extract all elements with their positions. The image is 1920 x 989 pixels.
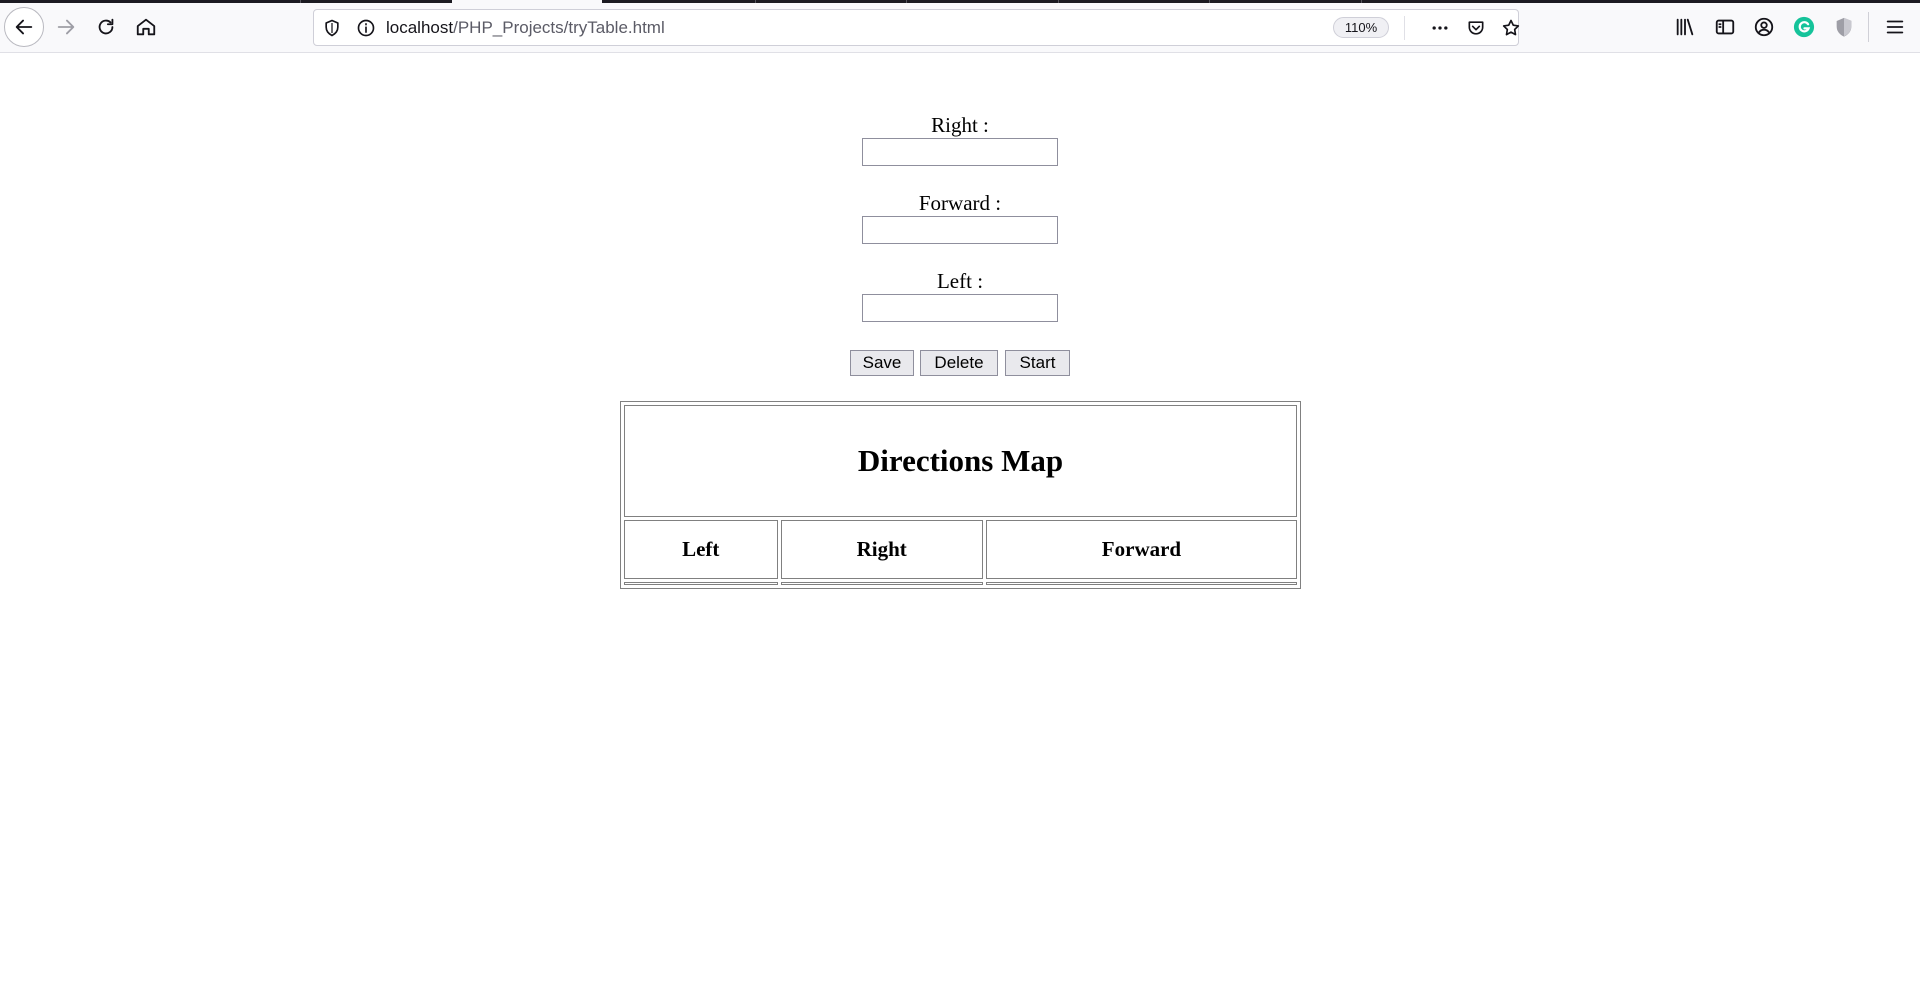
tab-separator [906, 0, 907, 3]
url-host: localhost [386, 18, 454, 37]
right-label: Right : [931, 113, 989, 137]
library-icon [1676, 18, 1694, 36]
address-bar[interactable]: localhost/PHP_Projects/tryTable.html 110… [313, 9, 1521, 46]
tab-separator [1209, 0, 1210, 3]
table-header-row: Left Right Forward [624, 520, 1297, 579]
left-label: Left : [936, 269, 984, 293]
column-header-right: Right [780, 520, 983, 579]
back-button[interactable] [4, 7, 44, 47]
grammarly-button[interactable] [1791, 14, 1817, 40]
column-header-forward: Forward [985, 520, 1297, 579]
reload-icon [98, 18, 114, 35]
start-button[interactable]: Start [1005, 350, 1070, 376]
tab-separator [300, 0, 301, 3]
browser-toolbar: localhost/PHP_Projects/tryTable.html 110… [0, 0, 1920, 53]
sidebar-icon [1715, 19, 1735, 35]
table-cell-forward [985, 582, 1297, 585]
extension-button[interactable] [1831, 14, 1857, 40]
directions-map-table: Directions Map Left Right Forward [620, 401, 1301, 589]
sidebar-button[interactable] [1712, 14, 1738, 40]
table-cell-right [780, 582, 983, 585]
table-row [624, 582, 1297, 585]
column-header-left: Left [624, 520, 778, 579]
zoom-level-badge[interactable]: 110% [1333, 17, 1389, 38]
table-title: Directions Map [624, 405, 1297, 517]
library-button[interactable] [1672, 14, 1698, 40]
tab-separator [755, 0, 756, 3]
reload-button[interactable] [86, 7, 126, 47]
toolbar-divider [1868, 12, 1869, 42]
grammarly-icon [1793, 16, 1815, 38]
tab-strip [0, 0, 1920, 3]
forward-input[interactable] [862, 216, 1058, 244]
arrow-right-icon [57, 19, 75, 35]
home-icon [136, 18, 156, 36]
tab-separator [1361, 0, 1362, 3]
right-input[interactable] [862, 138, 1058, 166]
menu-button[interactable] [1882, 14, 1908, 40]
url-path: /PHP_Projects/tryTable.html [453, 18, 665, 37]
url-divider [1404, 16, 1405, 40]
save-button[interactable]: Save [850, 350, 914, 376]
arrow-left-icon [15, 19, 33, 35]
url-text[interactable]: localhost/PHP_Projects/tryTable.html [386, 18, 665, 38]
left-input[interactable] [862, 294, 1058, 322]
pocket-icon[interactable] [1466, 18, 1486, 38]
home-button[interactable] [126, 7, 166, 47]
table-title-row: Directions Map [624, 405, 1297, 517]
account-button[interactable] [1751, 14, 1777, 40]
hamburger-menu-icon [1886, 20, 1904, 34]
forward-label: Forward : [918, 191, 1002, 215]
page-content: Right : Forward : Left : Save Delete Sta… [0, 54, 1920, 989]
star-icon[interactable] [1501, 18, 1521, 38]
delete-button[interactable]: Delete [920, 350, 998, 376]
info-icon[interactable] [356, 18, 376, 38]
active-tab[interactable] [452, 0, 602, 3]
table-cell-left [624, 582, 778, 585]
ellipsis-icon[interactable] [1430, 18, 1450, 38]
shield-extension-icon [1836, 17, 1852, 37]
shield-icon[interactable] [322, 18, 342, 38]
tab-separator [1058, 0, 1059, 3]
account-icon [1754, 17, 1774, 37]
forward-button[interactable] [46, 7, 86, 47]
